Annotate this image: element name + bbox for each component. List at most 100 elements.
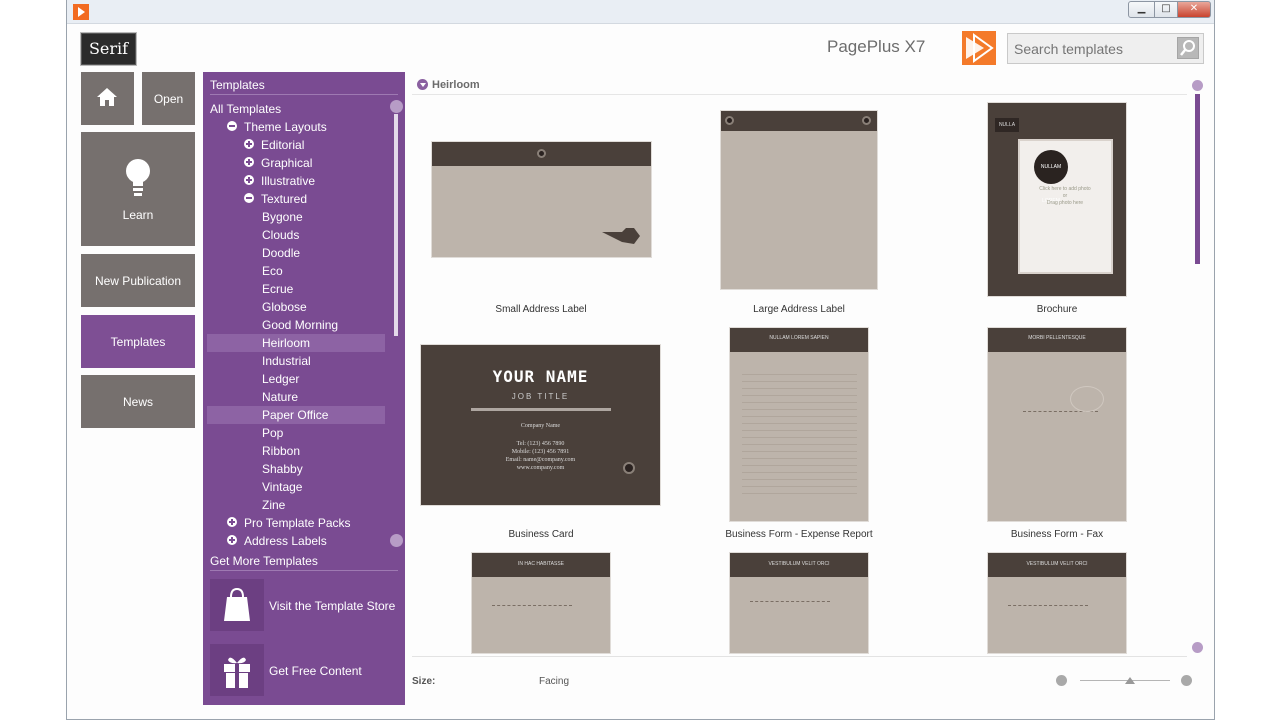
template-store-link[interactable]: Visit the Template Store: [210, 579, 398, 631]
tree-item-label: Good Morning: [262, 318, 339, 332]
tree-item-good-morning[interactable]: Good Morning: [203, 316, 391, 334]
tree-item-industrial[interactable]: Industrial: [203, 352, 391, 370]
tree-item-paper-office[interactable]: Paper Office: [207, 406, 385, 424]
tree-item-pop[interactable]: Pop: [203, 424, 391, 442]
tree-item-shabby[interactable]: Shabby: [203, 460, 391, 478]
search-button[interactable]: [1177, 37, 1199, 59]
tree-item-illustrative[interactable]: Illustrative: [203, 172, 391, 190]
tree-item-label: Ribbon: [262, 444, 301, 458]
photo-hint-1: Click here to add photo: [1039, 186, 1091, 192]
thumb-form-row3-1[interactable]: IN HAC HABITASSE: [471, 552, 611, 654]
tree-item-ledger[interactable]: Ledger: [203, 370, 391, 388]
tree-item-all-templates[interactable]: All Templates: [203, 100, 391, 118]
free-content-label: Get Free Content: [269, 664, 362, 678]
tree-item-label: Doodle: [262, 246, 301, 260]
tree-item-theme-layouts[interactable]: Theme Layouts: [203, 118, 391, 136]
card-company: Company Name: [520, 423, 561, 429]
scroll-down-icon[interactable]: [390, 534, 403, 547]
tree-item-label: Pop: [262, 426, 284, 440]
tree-item-doodle[interactable]: Doodle: [203, 244, 391, 262]
rivet-icon: [725, 116, 734, 125]
expand-icon[interactable]: [227, 535, 237, 545]
search-input[interactable]: [1014, 40, 1174, 58]
pageplus-logo-icon: [962, 31, 996, 65]
thumb-brochure[interactable]: NULLA NULLAM LOREM Click here to add pho…: [987, 102, 1127, 297]
tree-item-eco[interactable]: Eco: [203, 262, 391, 280]
gallery-scroll-thumb[interactable]: [1195, 94, 1200, 264]
tree-item-zine[interactable]: Zine: [203, 496, 391, 514]
collapse-icon[interactable]: [244, 193, 254, 203]
tree-item-ecrue[interactable]: Ecrue: [203, 280, 391, 298]
tree-item-address-labels[interactable]: Address Labels: [203, 532, 391, 550]
tree-item-textured[interactable]: Textured: [203, 190, 391, 208]
tree-scroll-thumb[interactable]: [394, 114, 398, 336]
scroll-down-icon[interactable]: [1192, 642, 1203, 653]
thumb-expense-report[interactable]: NULLAM LOREM SAPIEN: [729, 327, 869, 522]
shopping-bag-icon: [210, 579, 264, 631]
close-button[interactable]: ✕: [1177, 1, 1211, 18]
zoom-out-icon[interactable]: [1056, 675, 1067, 686]
group-header[interactable]: Heirloom: [412, 77, 1187, 95]
free-content-link[interactable]: Get Free Content: [210, 644, 398, 696]
gallery-footer: Size: Facing: [412, 656, 1192, 701]
thumb-form-row3-2[interactable]: VESTIBULUM VELIT ORCI: [729, 552, 869, 654]
tree-item-globose[interactable]: Globose: [203, 298, 391, 316]
news-button[interactable]: News: [81, 375, 195, 428]
learn-button[interactable]: Learn: [81, 132, 195, 246]
form-lines: [742, 368, 857, 498]
tree-item-pro-template-packs[interactable]: Pro Template Packs: [203, 514, 391, 532]
expand-icon[interactable]: [244, 175, 254, 185]
panel-divider: [210, 94, 398, 95]
collapse-group-icon[interactable]: [417, 79, 428, 90]
tree-item-graphical[interactable]: Graphical: [203, 154, 391, 172]
expand-icon[interactable]: [244, 157, 254, 167]
tree-item-editorial[interactable]: Editorial: [203, 136, 391, 154]
home-icon: [97, 88, 117, 106]
expand-icon[interactable]: [244, 139, 254, 149]
tree-item-heirloom[interactable]: Heirloom: [207, 334, 385, 352]
search-icon: [1180, 40, 1195, 56]
template-caption: Business Form - Fax: [1010, 529, 1104, 540]
maximize-button[interactable]: □: [1154, 1, 1178, 18]
scroll-up-icon[interactable]: [1192, 80, 1203, 91]
tree-item-bygone[interactable]: Bygone: [203, 208, 391, 226]
get-more-heading: Get More Templates: [210, 554, 318, 568]
size-value: Facing: [539, 676, 570, 687]
tree-item-vintage[interactable]: Vintage: [203, 478, 391, 496]
thumb-fax[interactable]: MORBI PELLENTESQUE: [987, 327, 1127, 522]
zoom-slider[interactable]: [1080, 677, 1170, 684]
thumb-small-address-label[interactable]: [431, 141, 652, 258]
open-button[interactable]: Open: [142, 72, 195, 125]
home-button[interactable]: [81, 72, 134, 125]
get-more-divider: [210, 570, 398, 571]
expand-icon[interactable]: [227, 517, 237, 527]
templates-button[interactable]: Templates: [81, 315, 195, 368]
thumb-business-card[interactable]: YOUR NAME JOB TITLE Company Name Tel: (1…: [420, 344, 661, 506]
tree-item-label: Zine: [262, 498, 286, 512]
pointing-hand-icon: [602, 228, 640, 244]
collapse-icon[interactable]: [227, 121, 237, 131]
tree-item-label: Vintage: [262, 480, 303, 494]
learn-label: Learn: [122, 208, 154, 222]
thumb-form-row3-3[interactable]: VESTIBULUM VELIT ORCI: [987, 552, 1127, 654]
scroll-up-icon[interactable]: [390, 100, 403, 113]
tree-item-label: Bygone: [262, 210, 303, 224]
form-band-title: MORBI PELLENTESQUE: [1028, 335, 1086, 341]
card-mobile: Mobile: (123) 456 7891: [511, 449, 570, 455]
minimize-button[interactable]: ▁: [1128, 1, 1155, 18]
tree-item-clouds[interactable]: Clouds: [203, 226, 391, 244]
tree-item-label: Graphical: [261, 156, 313, 170]
new-publication-button[interactable]: New Publication: [81, 254, 195, 307]
form-band-title: NULLAM LOREM SAPIEN: [769, 335, 829, 341]
zoom-handle[interactable]: [1125, 677, 1135, 684]
news-label: News: [122, 395, 153, 409]
form-line: [750, 601, 830, 602]
open-label: Open: [153, 92, 184, 106]
tree-item-ribbon[interactable]: Ribbon: [203, 442, 391, 460]
gallery-scrollbar[interactable]: [1192, 80, 1203, 655]
tree-scrollbar[interactable]: [390, 100, 403, 550]
thumb-large-address-label[interactable]: [720, 110, 878, 290]
tree-item-nature[interactable]: Nature: [203, 388, 391, 406]
tree-item-label: Textured: [261, 192, 308, 206]
zoom-in-icon[interactable]: [1181, 675, 1192, 686]
